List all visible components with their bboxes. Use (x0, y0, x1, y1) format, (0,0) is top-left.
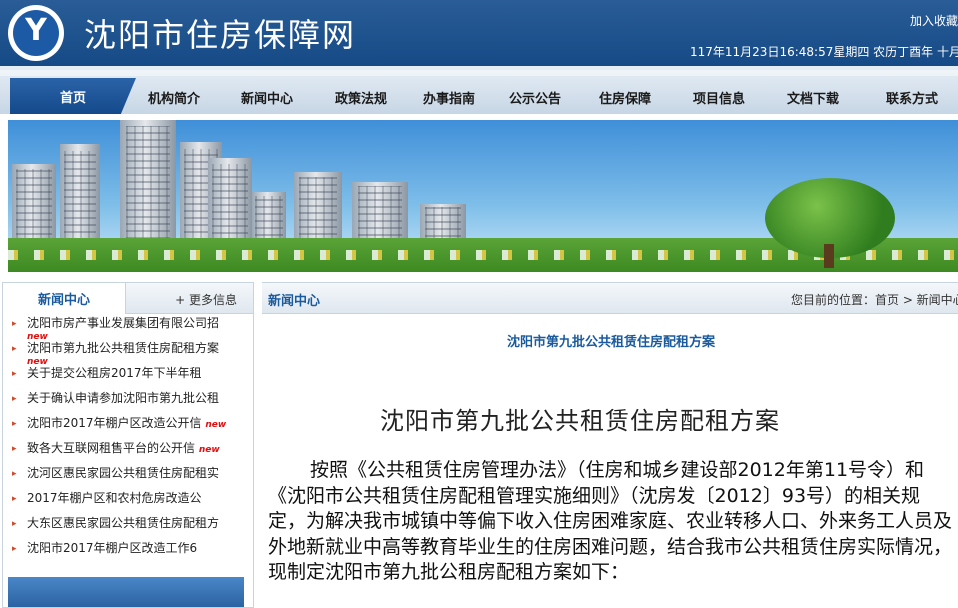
news-item-text[interactable]: 关于确认申请参加沈阳市第九批公租 (27, 390, 219, 406)
nav-home[interactable]: 首页 (10, 78, 136, 114)
arrow-icon: ▸ (12, 344, 17, 354)
new-badge: new (198, 445, 220, 455)
nav-item-news[interactable]: 新闻中心 (241, 88, 293, 107)
content-header: 新闻中心 您目前的位置：首页 > 新闻中心 (262, 282, 958, 314)
article-header: 沈阳市第九批公共租赁住房配租方案 (507, 335, 716, 350)
add-favorite-link[interactable]: 加入收藏 (910, 12, 958, 29)
arrow-icon: ▸ (12, 494, 17, 504)
new-badge: new (27, 332, 48, 340)
news-item-text[interactable]: 沈河区惠民家园公共租赁住房配租实 (27, 465, 219, 481)
arrow-icon: ▸ (12, 319, 17, 329)
nav-item-projects[interactable]: 项目信息 (693, 88, 745, 107)
nav-item-notice[interactable]: 公示公告 (509, 88, 561, 107)
news-list: ▸ 沈阳市房产事业发展集团有限公司招 new ▸ 沈阳市第九批公共租赁住房配租方… (3, 315, 253, 565)
news-list-item[interactable]: ▸ 沈河区惠民家园公共租赁住房配租实 (3, 465, 253, 490)
arrow-icon: ▸ (12, 544, 17, 554)
nav-item-policy[interactable]: 政策法规 (335, 88, 387, 107)
article-body: 按照《公共租赁住房管理办法》（住房和城乡建设部2012年第11号令）和《沈阳市公… (268, 458, 954, 586)
more-news-link[interactable]: + 更多信息 (175, 291, 237, 308)
news-list-item[interactable]: ▸ 致各大互联网租售平台的公开信 new (3, 440, 253, 465)
news-item-text[interactable]: 沈阳市2017年棚户区改造工作6 (27, 540, 197, 556)
logo-mark-icon: Y (25, 13, 47, 48)
breadcrumb[interactable]: 您目前的位置：首页 > 新闻中心 (791, 291, 958, 308)
new-badge: new (27, 357, 48, 365)
site-logo[interactable]: Y (8, 5, 64, 61)
article-paragraph: 按照《公共租赁住房管理办法》（住房和城乡建设部2012年第11号令）和《沈阳市公… (268, 459, 953, 583)
news-list-item[interactable]: ▸ 2017年棚户区和农村危房改造公 (3, 490, 253, 515)
arrow-icon: ▸ (12, 469, 17, 479)
news-item-text[interactable]: 沈阳市第九批公共租赁住房配租方案 (27, 340, 219, 356)
arrow-icon: ▸ (12, 419, 17, 429)
sidebar-tab-news[interactable]: 新闻中心 (3, 283, 126, 314)
building (120, 120, 176, 254)
sidebar-tabs: 新闻中心 + 更多信息 (3, 283, 253, 314)
date-time-display: 117年11月23日16:48:57星期四 农历丁酉年 十月初六 (690, 45, 958, 59)
news-item-text[interactable]: 2017年棚户区和农村危房改造公 (27, 490, 202, 506)
sidebar-news: 新闻中心 + 更多信息 ▸ 沈阳市房产事业发展集团有限公司招 new ▸ 沈阳市… (2, 282, 254, 608)
site-title: 沈阳市住房保障网 (84, 16, 357, 54)
news-item-text[interactable]: 大东区惠民家园公共租赁住房配租方 (27, 515, 219, 531)
new-badge: new (205, 420, 227, 430)
sidebar-blue-panel (8, 577, 244, 607)
arrow-icon: ▸ (12, 394, 17, 404)
news-list-item[interactable]: ▸ 大东区惠民家园公共租赁住房配租方 (3, 515, 253, 540)
nav-item-housing[interactable]: 住房保障 (599, 88, 651, 107)
arrow-icon: ▸ (12, 444, 17, 454)
news-list-item[interactable]: ▸ 沈阳市第九批公共租赁住房配租方案 new (3, 340, 253, 365)
arrow-icon: ▸ (12, 369, 17, 379)
tree-trunk (824, 244, 834, 268)
nav-item-contact[interactable]: 联系方式 (886, 88, 938, 107)
main-nav: 首页 机构简介 新闻中心 政策法规 办事指南 公示公告 住房保障 项目信息 文档… (0, 66, 958, 114)
news-item-text[interactable]: 沈阳市2017年棚户区改造公开信 (27, 415, 202, 431)
nav-item-about[interactable]: 机构简介 (148, 88, 200, 107)
news-list-item[interactable]: ▸ 关于确认申请参加沈阳市第九批公租 (3, 390, 253, 415)
site-header: Y 沈阳市住房保障网 加入收藏 117年11月23日16:48:57星期四 农历… (0, 0, 958, 66)
nav-item-downloads[interactable]: 文档下载 (787, 88, 839, 107)
arrow-icon: ▸ (12, 519, 17, 529)
article-title: 沈阳市第九批公共租赁住房配租方案 (380, 407, 780, 435)
news-item-text[interactable]: 关于提交公租房2017年下半年租 (27, 365, 202, 381)
nav-item-guide[interactable]: 办事指南 (423, 88, 475, 107)
news-item-text[interactable]: 沈阳市房产事业发展集团有限公司招 (27, 315, 219, 331)
news-list-item[interactable]: ▸ 关于提交公租房2017年下半年租 (3, 365, 253, 390)
news-list-item[interactable]: ▸ 沈阳市2017年棚户区改造工作6 (3, 540, 253, 565)
nav-highlight-strip (0, 70, 958, 76)
content-section-title: 新闻中心 (268, 294, 321, 309)
news-item-text[interactable]: 致各大互联网租售平台的公开信 (27, 440, 195, 456)
news-list-item[interactable]: ▸ 沈阳市2017年棚户区改造公开信 new (3, 415, 253, 440)
news-list-item[interactable]: ▸ 沈阳市房产事业发展集团有限公司招 new (3, 315, 253, 340)
